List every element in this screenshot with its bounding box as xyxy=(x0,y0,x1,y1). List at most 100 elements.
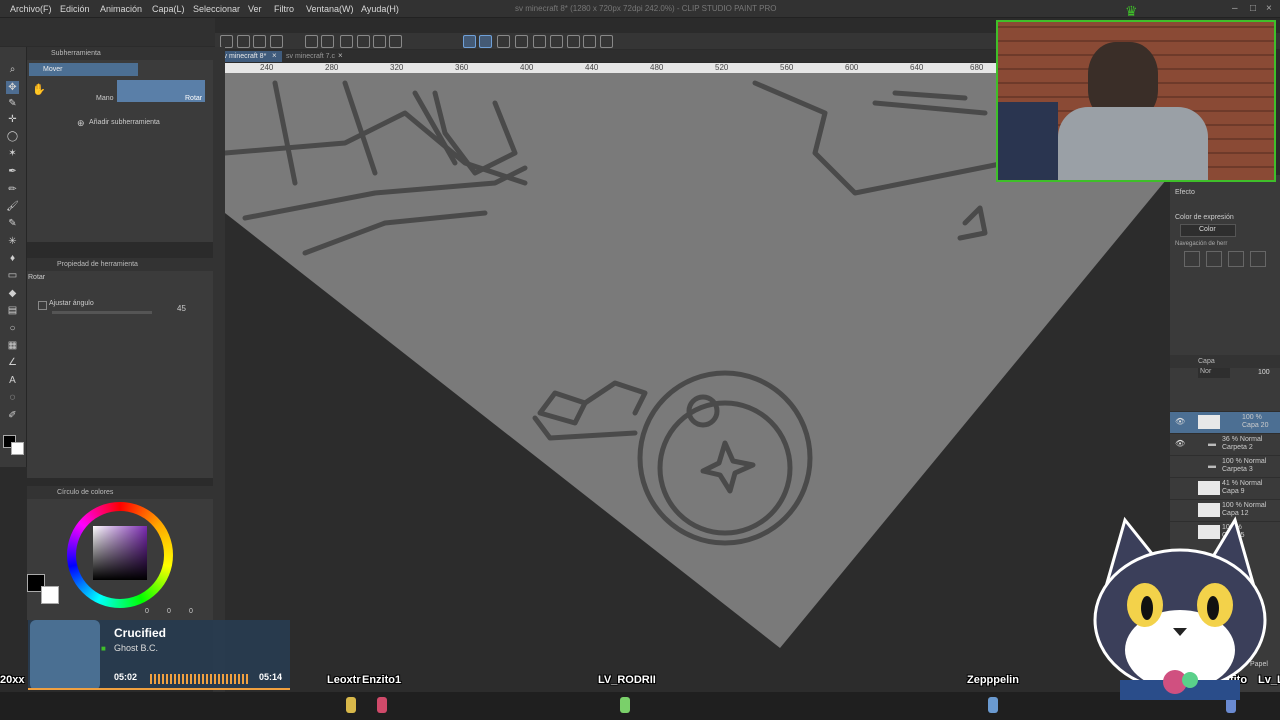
maximize-icon[interactable]: □ xyxy=(1250,3,1256,14)
subtool-hand[interactable]: Mano xyxy=(96,95,114,102)
menu-view[interactable]: Ver xyxy=(248,4,262,14)
ruler-tick: 360 xyxy=(455,63,469,72)
flip-icon[interactable] xyxy=(550,35,563,48)
brush-icon[interactable]: 🖌 xyxy=(6,200,19,213)
document-tabs: sv minecraft 8* × sv minecraft 7.c × xyxy=(215,50,1005,62)
save-icon[interactable] xyxy=(253,35,266,48)
menu-help[interactable]: Ayuda(H) xyxy=(361,4,399,14)
viewer-name: LV_RODRII xyxy=(598,674,656,686)
close-icon[interactable]: × xyxy=(1266,3,1272,14)
ruler-tick: 560 xyxy=(780,63,794,72)
ruler-tick: 600 xyxy=(845,63,859,72)
menu-edit[interactable]: Edición xyxy=(60,4,90,14)
nav-button[interactable] xyxy=(1206,251,1222,267)
now-playing-widget: Crucified ■ Ghost B.C. 05:02 05:14 xyxy=(28,620,290,690)
correction-icon[interactable]: ✐ xyxy=(6,409,19,422)
eye-icon[interactable]: 👁 xyxy=(1175,417,1185,426)
gradient-icon[interactable]: ▤ xyxy=(6,304,19,317)
layer-row[interactable]: 👁 100 % Capa 20 xyxy=(1170,411,1280,433)
expression-color-label: Color de expresión xyxy=(1175,214,1234,221)
menu-window[interactable]: Ventana(W) xyxy=(306,4,354,14)
add-subtool-button[interactable]: Añadir subherramienta xyxy=(89,119,160,126)
open-icon[interactable] xyxy=(237,35,250,48)
expression-color-select[interactable]: Color xyxy=(1180,224,1236,237)
blue-value: 0 xyxy=(189,608,193,615)
opacity-value[interactable]: 100 xyxy=(1258,369,1270,376)
color-wheel-tab[interactable]: Círculo de colores xyxy=(27,486,213,499)
resize-icon[interactable] xyxy=(533,35,546,48)
tool-property-title: Rotar xyxy=(28,274,46,281)
fill-icon[interactable]: ◆ xyxy=(6,287,19,300)
layer-row[interactable]: ▬ 100 % Normal Carpeta 3 xyxy=(1170,455,1280,477)
move-layer-icon[interactable]: ✛ xyxy=(6,113,19,126)
tab-close-icon[interactable]: × xyxy=(338,51,343,60)
layer-tab[interactable]: Capa xyxy=(1170,355,1280,368)
subtool-group-move[interactable]: Mover xyxy=(29,63,138,76)
rotate-icon[interactable] xyxy=(567,35,580,48)
sub-color-swatch[interactable] xyxy=(41,586,59,604)
effect-label: Efecto xyxy=(1175,189,1195,196)
tab-inactive[interactable]: sv minecraft 7.c xyxy=(283,51,346,62)
menu-file[interactable]: Archivo(F) xyxy=(10,4,52,14)
eraser-icon[interactable]: ▭ xyxy=(6,269,19,282)
move-tool-icon[interactable]: ✥ xyxy=(6,81,19,94)
angle-slider[interactable] xyxy=(52,311,152,314)
green-value: 0 xyxy=(167,608,171,615)
snap-grid-icon[interactable] xyxy=(497,35,510,48)
eye-icon[interactable]: 👁 xyxy=(1175,439,1185,448)
menu-select[interactable]: Seleccionar xyxy=(193,4,240,14)
pen-icon[interactable]: ✒ xyxy=(6,165,19,178)
sub-color-swatch[interactable] xyxy=(11,442,24,455)
pen-icon[interactable] xyxy=(515,35,528,48)
text-icon[interactable]: A xyxy=(6,374,19,387)
folder-icon: ▬ xyxy=(1208,439,1216,448)
subtool-tab[interactable]: Subherramienta xyxy=(27,47,213,60)
blend-icon[interactable]: ♦ xyxy=(6,252,19,265)
snap-ruler-icon[interactable] xyxy=(463,35,476,48)
export-icon[interactable] xyxy=(270,35,283,48)
grid-icon[interactable] xyxy=(600,35,613,48)
nav-button[interactable] xyxy=(1184,251,1200,267)
undo-icon[interactable] xyxy=(305,35,318,48)
balloon-icon[interactable]: ◌ xyxy=(6,391,19,404)
snap-special-icon[interactable] xyxy=(479,35,492,48)
fit-icon[interactable] xyxy=(583,35,596,48)
adjust-angle-checkbox[interactable] xyxy=(38,301,47,310)
horizontal-ruler: 240 280 320 360 400 440 480 520 560 600 … xyxy=(225,63,1005,73)
magic-wand-icon[interactable]: ✶ xyxy=(6,147,19,160)
menu-animation[interactable]: Animación xyxy=(100,4,142,14)
tool-property-tab[interactable]: Propiedad de herramienta xyxy=(27,258,213,271)
nav-button[interactable] xyxy=(1228,251,1244,267)
clear-icon[interactable] xyxy=(357,35,370,48)
eyedropper-icon[interactable]: ✎ xyxy=(6,97,19,110)
minimize-icon[interactable]: – xyxy=(1232,3,1238,14)
ruler-tick: 440 xyxy=(585,63,599,72)
figure-icon[interactable]: ○ xyxy=(6,322,19,335)
layer-row[interactable]: 👁 ▬ 36 % Normal Carpeta 2 xyxy=(1170,433,1280,455)
menu-layer[interactable]: Capa(L) xyxy=(152,4,185,14)
angle-value[interactable]: 45 xyxy=(177,304,186,313)
transform-icon[interactable] xyxy=(373,35,386,48)
saturation-box[interactable] xyxy=(93,526,147,580)
hand-icon: ✋ xyxy=(32,84,46,96)
decoration-icon[interactable]: ✳ xyxy=(6,235,19,248)
tab-close-icon[interactable]: × xyxy=(272,51,277,60)
frame-icon[interactable]: ▦ xyxy=(6,339,19,352)
add-icon[interactable]: ⊕ xyxy=(77,118,85,129)
loading-icon[interactable] xyxy=(340,35,353,48)
pencil-icon[interactable]: ✏ xyxy=(6,183,19,196)
time-total: 05:14 xyxy=(259,672,283,682)
blend-mode-select[interactable]: Nor xyxy=(1198,368,1230,378)
crown-icon: ♛ xyxy=(1125,3,1138,19)
lasso-icon[interactable]: ◯ xyxy=(6,130,19,143)
layer-row[interactable]: 41 % Normal Capa 9 xyxy=(1170,477,1280,499)
nav-button[interactable] xyxy=(1250,251,1266,267)
zoom-icon[interactable]: ⌕ xyxy=(6,63,19,76)
redo-icon[interactable] xyxy=(321,35,334,48)
menu-filter[interactable]: Filtro xyxy=(274,4,294,14)
airbrush-icon[interactable]: ✎ xyxy=(6,217,19,230)
crop-icon[interactable] xyxy=(389,35,402,48)
layer-thumbnail xyxy=(1198,415,1220,429)
ruler-icon[interactable]: ∠ xyxy=(6,356,19,369)
progress-bar xyxy=(28,688,290,690)
